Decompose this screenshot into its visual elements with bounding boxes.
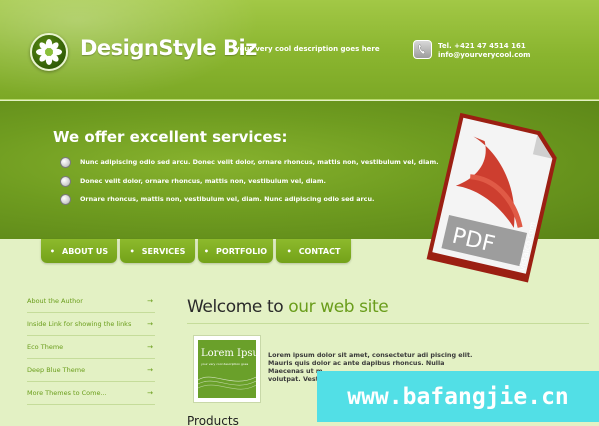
service-item-text: Nunc adipiscing odio sed arcu. Donec vel… [80,158,439,166]
arrow-right-icon: → [147,389,153,397]
nav-dot-icon: • [49,246,56,256]
nav-about-us[interactable]: • ABOUT US [41,239,117,263]
nav-dot-icon: • [203,246,210,256]
pdf-document-icon: PDF vistaico.com [420,112,562,284]
sidebar-item-deep-blue-theme[interactable]: Deep Blue Theme → [27,359,155,382]
sidebar-item-label: More Themes to Come... [27,389,107,397]
body-line: Lorem ipsum dolor sit amet, consectetur … [268,351,473,359]
sidebar-item-label: About the Author [27,297,83,305]
nav-dot-icon: • [286,246,292,256]
welcome-heading: Welcome to our web site [187,297,389,317]
arrow-right-icon: → [147,297,153,305]
nav-services[interactable]: • SERVICES [120,239,195,263]
divider [187,323,589,324]
nav-portfolio[interactable]: • PORTFOLIO [198,239,273,263]
thumbnail-image[interactable]: Lorem Ipsu your very cool description go… [193,335,261,403]
watermark-text: www.bafangjie.cn [347,383,569,410]
site-header: DesignStyle Biz your very cool descripti… [0,0,599,100]
bullet-icon [60,193,71,205]
nav-label: SERVICES [141,246,186,256]
arrow-right-icon: → [147,320,153,328]
sidebar-item-eco-theme[interactable]: Eco Theme → [27,336,155,359]
sidebar-item-more-themes[interactable]: More Themes to Come... → [27,382,155,405]
sidebar-item-inside-link[interactable]: Inside Link for showing the links → [27,313,155,336]
nav-label: PORTFOLIO [216,246,268,256]
site-tagline: your very cool description goes here [235,45,380,53]
sidebar-item-label: Eco Theme [27,343,64,351]
contact-phone: Tel. +421 47 4514 161 [438,42,526,50]
service-item: Ornare rhoncus, mattis non, vestibulum v… [60,192,374,206]
welcome-highlight: our web site [288,297,389,317]
welcome-prefix: Welcome to [187,297,289,317]
nav-dot-icon: • [129,246,135,256]
bullet-icon [60,175,71,187]
contact-info: Tel. +421 47 4514 161 info@yourverycool.… [438,42,530,60]
sidebar-item-label: Inside Link for showing the links [27,320,132,328]
service-item-text: Ornare rhoncus, mattis non, vestibulum v… [80,195,375,203]
watermark-overlay: www.bafangjie.cn [317,371,599,422]
sidebar-item-label: Deep Blue Theme [27,366,86,374]
thumbnail-graphic: Lorem Ipsu your very cool description go… [198,340,256,398]
sidebar-item-about-author[interactable]: About the Author → [27,290,155,313]
nav-label: ABOUT US [62,246,109,256]
bullet-icon [60,156,71,168]
nav-contact[interactable]: • CONTACT [276,239,351,263]
site-brand[interactable]: DesignStyle Biz [80,36,257,60]
sidebar: About the Author → Inside Link for showi… [27,290,155,405]
nav-label: CONTACT [298,246,341,256]
body-line: Mauris quis dolor ac ante dapibus rhoncu… [268,359,445,367]
service-item: Donec velit dolor, ornare rhoncus, matti… [60,174,326,188]
flower-logo-icon[interactable] [30,33,68,71]
service-item: Nunc adipiscing odio sed arcu. Donec vel… [60,155,439,169]
contact-email[interactable]: info@yourverycool.com [438,51,530,60]
products-heading: Products [187,414,239,426]
services-title: We offer excellent services: [53,128,288,146]
main-nav: • ABOUT US • SERVICES • PORTFOLIO • CONT… [41,239,354,263]
arrow-right-icon: → [147,343,153,351]
phone-icon [413,40,432,59]
service-item-text: Donec velit dolor, ornare rhoncus, matti… [80,177,326,185]
arrow-right-icon: → [147,366,153,374]
